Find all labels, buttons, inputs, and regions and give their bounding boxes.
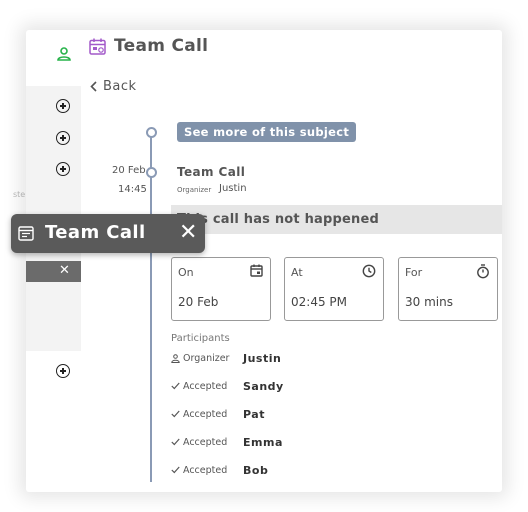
back-button[interactable]: Back [90, 79, 137, 94]
check-icon [171, 410, 180, 418]
participant-role: Accepted [171, 437, 243, 448]
event-date: 20 Feb [112, 165, 146, 176]
event-time: 14:45 [118, 184, 147, 195]
time-card-value: 02:45 PM [291, 295, 347, 309]
check-icon [171, 466, 180, 474]
check-icon [171, 438, 180, 446]
participant-role-label: Accepted [183, 436, 228, 448]
timer-icon [477, 264, 489, 279]
status-text: This call has not happened [177, 212, 380, 227]
check-icon [171, 382, 180, 390]
time-card-label: At [291, 266, 303, 279]
participant-role: Accepted [171, 465, 243, 476]
duration-card-value: 30 mins [405, 295, 453, 309]
timeline-dot [146, 167, 157, 178]
see-more-subject-button[interactable]: See more of this subject [177, 122, 357, 142]
chevron-left-icon [90, 81, 97, 92]
organizer-icon [171, 353, 180, 363]
participant-role-label: Accepted [183, 464, 228, 476]
organizer-label: Organizer [177, 186, 212, 194]
participants-header: Participants [171, 333, 230, 344]
close-icon[interactable]: ✕ [59, 263, 70, 279]
participant-row: Accepted Pat [171, 406, 265, 422]
page-title: Team Call [114, 36, 209, 56]
drag-preview-title: Team Call [45, 222, 146, 243]
participant-name: Pat [243, 407, 265, 421]
person-icon[interactable] [57, 47, 71, 61]
calendar-event-icon [18, 226, 34, 241]
rail-top-section [26, 30, 81, 86]
add-icon[interactable] [56, 364, 70, 378]
back-label: Back [103, 79, 137, 94]
rail-selected-item[interactable] [26, 261, 81, 282]
add-icon[interactable] [56, 162, 70, 176]
organizer-name: Justin [219, 183, 247, 194]
participant-role: Accepted [171, 409, 243, 420]
timeline-dot [146, 127, 157, 138]
rail-bottom-section [26, 351, 81, 492]
date-card-value: 20 Feb [178, 295, 219, 309]
event-title: Team Call [177, 165, 246, 179]
participant-row: Organizer Justin [171, 350, 281, 366]
participant-role-label: Organizer [183, 352, 230, 364]
timeline-line [150, 130, 152, 482]
date-card-label: On [178, 266, 194, 279]
time-card: At 02:45 PM [284, 257, 384, 321]
participant-row: Accepted Sandy [171, 378, 284, 394]
participant-role: Accepted [171, 381, 243, 392]
participant-role-label: Accepted [183, 380, 228, 392]
participant-role: Organizer [171, 353, 243, 364]
participant-name: Emma [243, 435, 283, 449]
drag-preview-chip[interactable]: Team Call ✕ [11, 214, 205, 253]
add-icon[interactable] [56, 99, 70, 113]
duration-card: For 30 mins [398, 257, 498, 321]
participant-row: Accepted Emma [171, 434, 283, 450]
close-icon[interactable]: ✕ [179, 220, 197, 245]
ghost-text: ste [13, 190, 26, 199]
clock-icon [362, 264, 376, 278]
calendar-event-icon [89, 38, 106, 55]
participant-name: Justin [243, 351, 282, 365]
date-card: On 20 Feb [171, 257, 271, 321]
participant-role-label: Accepted [183, 408, 228, 420]
add-icon[interactable] [56, 131, 70, 145]
duration-card-label: For [405, 266, 423, 279]
event-panel: ✕ Team Call Back See more of this subjec… [26, 30, 502, 492]
participant-name: Bob [243, 463, 269, 477]
participant-row: Accepted Bob [171, 462, 268, 478]
calendar-icon [250, 264, 263, 277]
participant-name: Sandy [243, 379, 284, 393]
